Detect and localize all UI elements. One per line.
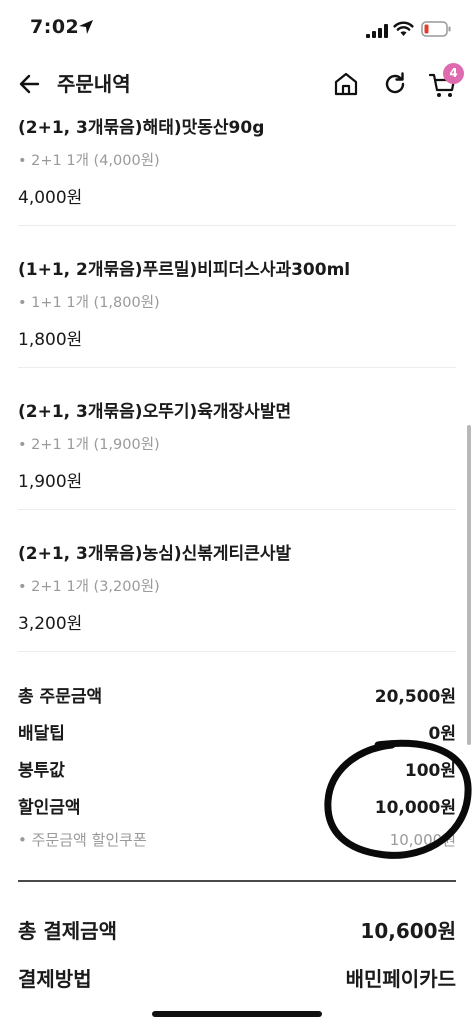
coupon-value: 10,000원 (389, 831, 456, 849)
item-option: • 2+1 1개 (1,900원) (18, 437, 160, 453)
item-option: • 2+1 1개 (4,000원) (18, 153, 160, 169)
cellular-signal-icon (366, 24, 388, 38)
back-arrow-icon[interactable] (16, 70, 44, 98)
item-price: 1,900원 (18, 472, 83, 492)
page-title: 주문내역 (57, 72, 131, 96)
home-indicator (152, 1011, 322, 1017)
item-divider (18, 367, 456, 368)
delivery-tip-value: 0원 (428, 724, 456, 744)
payment-method-value: 배민페이카드 (345, 967, 456, 991)
total-order-value: 20,500원 (374, 687, 456, 707)
nav-header: 주문내역 (0, 58, 474, 110)
item-name: (1+1, 2개묶음)푸르밀)비피더스사과300ml (18, 260, 351, 280)
payment-method-label: 결제방법 (18, 967, 92, 991)
item-name: (2+1, 3개묶음)해태)맛동산90g (18, 118, 265, 138)
scrollbar[interactable] (467, 425, 471, 745)
delivery-tip-label: 배달팁 (18, 724, 65, 744)
item-option: • 1+1 1개 (1,800원) (18, 295, 160, 311)
discount-value: 10,000원 (374, 798, 456, 818)
battery-low-icon (421, 21, 451, 37)
total-divider (18, 880, 456, 882)
discount-label: 할인금액 (18, 798, 81, 818)
total-order-label: 총 주문금액 (18, 687, 103, 707)
cart-count-badge: 4 (443, 63, 464, 84)
location-arrow-icon (79, 20, 93, 34)
item-name: (2+1, 3개묶음)오뚜기)육개장사발면 (18, 402, 292, 422)
item-name: (2+1, 3개묶음)농심)신볶게티큰사발 (18, 544, 292, 564)
item-divider (18, 509, 456, 510)
status-time: 7:02 (30, 16, 80, 38)
item-price: 1,800원 (18, 330, 83, 350)
item-price: 4,000원 (18, 188, 83, 208)
coupon-label: • 주문금액 할인쿠폰 (18, 831, 147, 849)
status-bar: 7:02 (0, 0, 474, 58)
total-payment-label: 총 결제금액 (18, 919, 117, 943)
bag-fee-label: 봉투값 (18, 761, 65, 781)
item-divider (18, 225, 456, 226)
item-option: • 2+1 1개 (3,200원) (18, 579, 160, 595)
total-payment-value: 10,600원 (360, 919, 456, 943)
home-icon[interactable] (332, 70, 360, 98)
item-divider (18, 651, 456, 652)
refresh-icon[interactable] (381, 70, 409, 98)
item-price: 3,200원 (18, 614, 83, 634)
bag-fee-value: 100원 (404, 761, 456, 781)
wifi-icon (393, 21, 414, 36)
